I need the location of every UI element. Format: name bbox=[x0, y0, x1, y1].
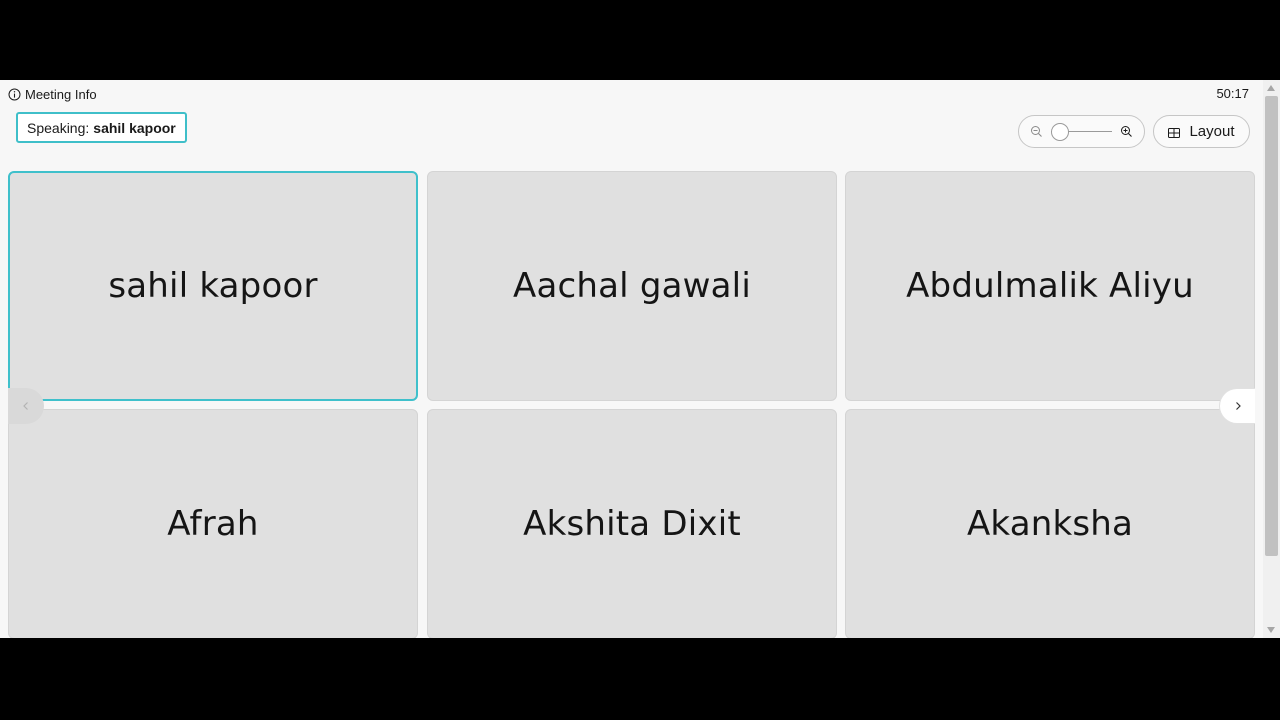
speaking-name: sahil kapoor bbox=[93, 119, 176, 136]
layout-label: Layout bbox=[1189, 123, 1235, 140]
vertical-scrollbar[interactable] bbox=[1263, 80, 1280, 638]
zoom-slider-thumb[interactable] bbox=[1051, 122, 1069, 141]
scroll-down-icon[interactable] bbox=[1267, 627, 1275, 633]
participant-tile[interactable]: Akshita Dixit bbox=[427, 409, 837, 638]
participant-tile[interactable]: Afrah bbox=[8, 409, 418, 638]
participant-tile[interactable]: Abdulmalik Aliyu bbox=[845, 171, 1255, 401]
meeting-timer: 50:17 bbox=[1216, 86, 1249, 101]
previous-page-button[interactable] bbox=[8, 388, 44, 424]
layout-button[interactable]: Layout bbox=[1153, 115, 1250, 148]
participant-name: Afrah bbox=[167, 504, 259, 544]
meeting-window: Meeting Info 50:17 Speaking: sahil kapoo… bbox=[0, 80, 1280, 638]
participant-name: Abdulmalik Aliyu bbox=[906, 266, 1194, 306]
scroll-up-icon[interactable] bbox=[1267, 85, 1275, 91]
participant-name: sahil kapoor bbox=[108, 266, 318, 306]
participant-tile[interactable]: sahil kapoor bbox=[8, 171, 418, 401]
meeting-info-label: Meeting Info bbox=[25, 86, 97, 102]
zoom-control bbox=[1018, 115, 1145, 148]
scrollbar-thumb[interactable] bbox=[1265, 96, 1278, 556]
participant-name: Akshita Dixit bbox=[523, 504, 741, 544]
zoom-slider[interactable] bbox=[1051, 122, 1112, 141]
meeting-info-button[interactable]: Meeting Info bbox=[8, 85, 97, 103]
zoom-out-icon[interactable] bbox=[1030, 125, 1043, 138]
zoom-in-icon[interactable] bbox=[1120, 125, 1133, 138]
participant-name: Aachal gawali bbox=[513, 266, 751, 306]
next-page-button[interactable] bbox=[1219, 388, 1255, 424]
letterbox-bottom bbox=[0, 638, 1280, 720]
grid-icon bbox=[1168, 126, 1181, 138]
speaking-indicator: Speaking: sahil kapoor bbox=[16, 112, 187, 143]
participant-name: Akanksha bbox=[966, 504, 1134, 544]
chevron-right-icon bbox=[1235, 402, 1241, 410]
speaking-prefix: Speaking: bbox=[27, 119, 90, 136]
participant-tile[interactable]: Aachal gawali bbox=[427, 171, 837, 401]
participant-tile[interactable]: Akanksha bbox=[845, 409, 1255, 638]
info-icon bbox=[8, 88, 21, 101]
letterbox-top bbox=[0, 0, 1280, 80]
chevron-left-icon bbox=[23, 402, 28, 410]
